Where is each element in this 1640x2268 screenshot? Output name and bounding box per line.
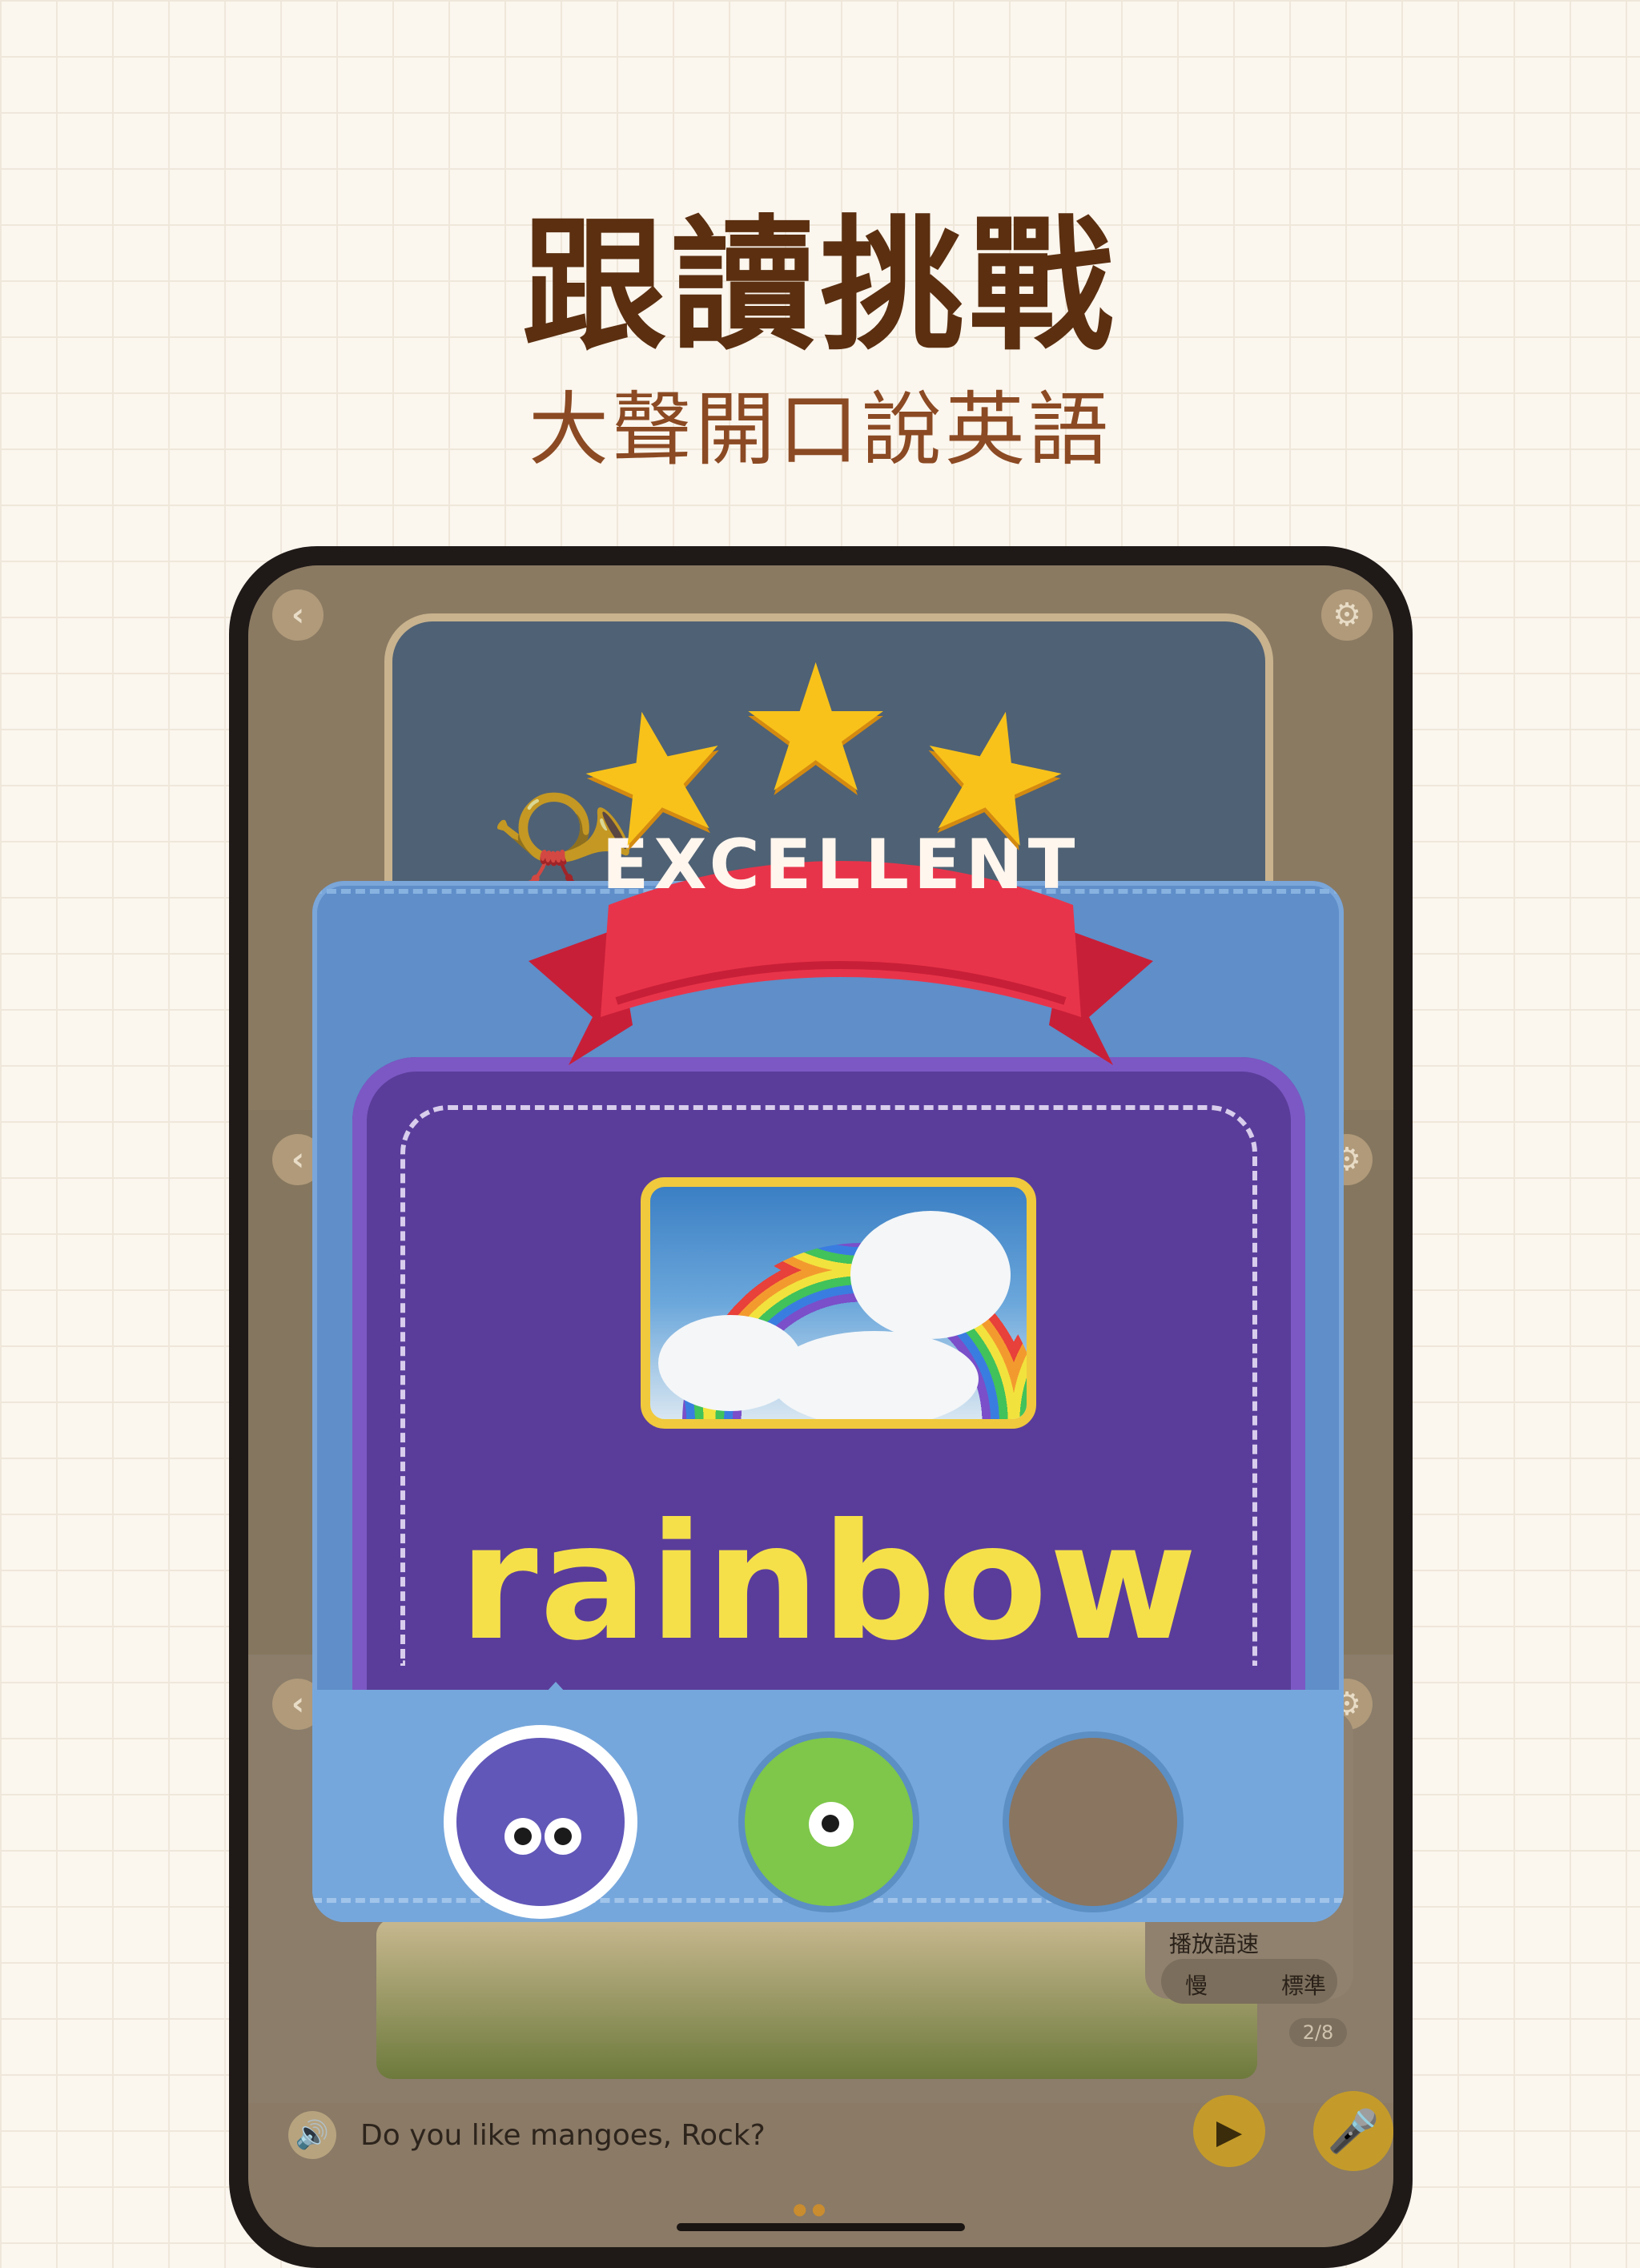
page-indicator: 2/8: [1289, 2018, 1347, 2047]
user-photo-avatar[interactable]: [1009, 1738, 1177, 1906]
page-title: 跟讀挑戰: [521, 203, 1118, 370]
sliders-icon[interactable]: ⚙: [1321, 589, 1373, 641]
star-icon: ★: [737, 626, 895, 831]
eye: [545, 1818, 581, 1855]
avatar-tray: [312, 1690, 1344, 1922]
play-icon[interactable]: ▶: [1193, 2095, 1265, 2167]
sentence-text: Do you like mangoes, Rock?: [360, 2119, 766, 2152]
speaker-icon[interactable]: 🔊: [288, 2111, 336, 2159]
microphone-icon[interactable]: 🎤: [1313, 2091, 1393, 2171]
word-picture: [641, 1177, 1036, 1429]
page-dots: ● ●: [793, 2199, 826, 2218]
eye: [504, 1818, 541, 1855]
speed-normal-option[interactable]: 標準: [1281, 1968, 1326, 2001]
speed-label: 播放語速: [1169, 1931, 1260, 1957]
purple-ninja-avatar[interactable]: [456, 1738, 625, 1906]
word-card: rainbow: [352, 1057, 1305, 1714]
green-monster-avatar[interactable]: [745, 1738, 913, 1906]
eye: [809, 1802, 854, 1847]
story-scene-image: [376, 1919, 1257, 2079]
cloud-image: [850, 1211, 1011, 1339]
target-word: rainbow: [459, 1490, 1199, 1676]
home-indicator: [677, 2223, 965, 2231]
selection-pointer: [537, 1682, 575, 1703]
cloud-image: [770, 1331, 979, 1419]
page-subtitle: 大聲開口說英語: [529, 383, 1111, 477]
speed-slow-option[interactable]: 慢: [1185, 1968, 1208, 2001]
back-icon[interactable]: ‹: [272, 589, 324, 641]
